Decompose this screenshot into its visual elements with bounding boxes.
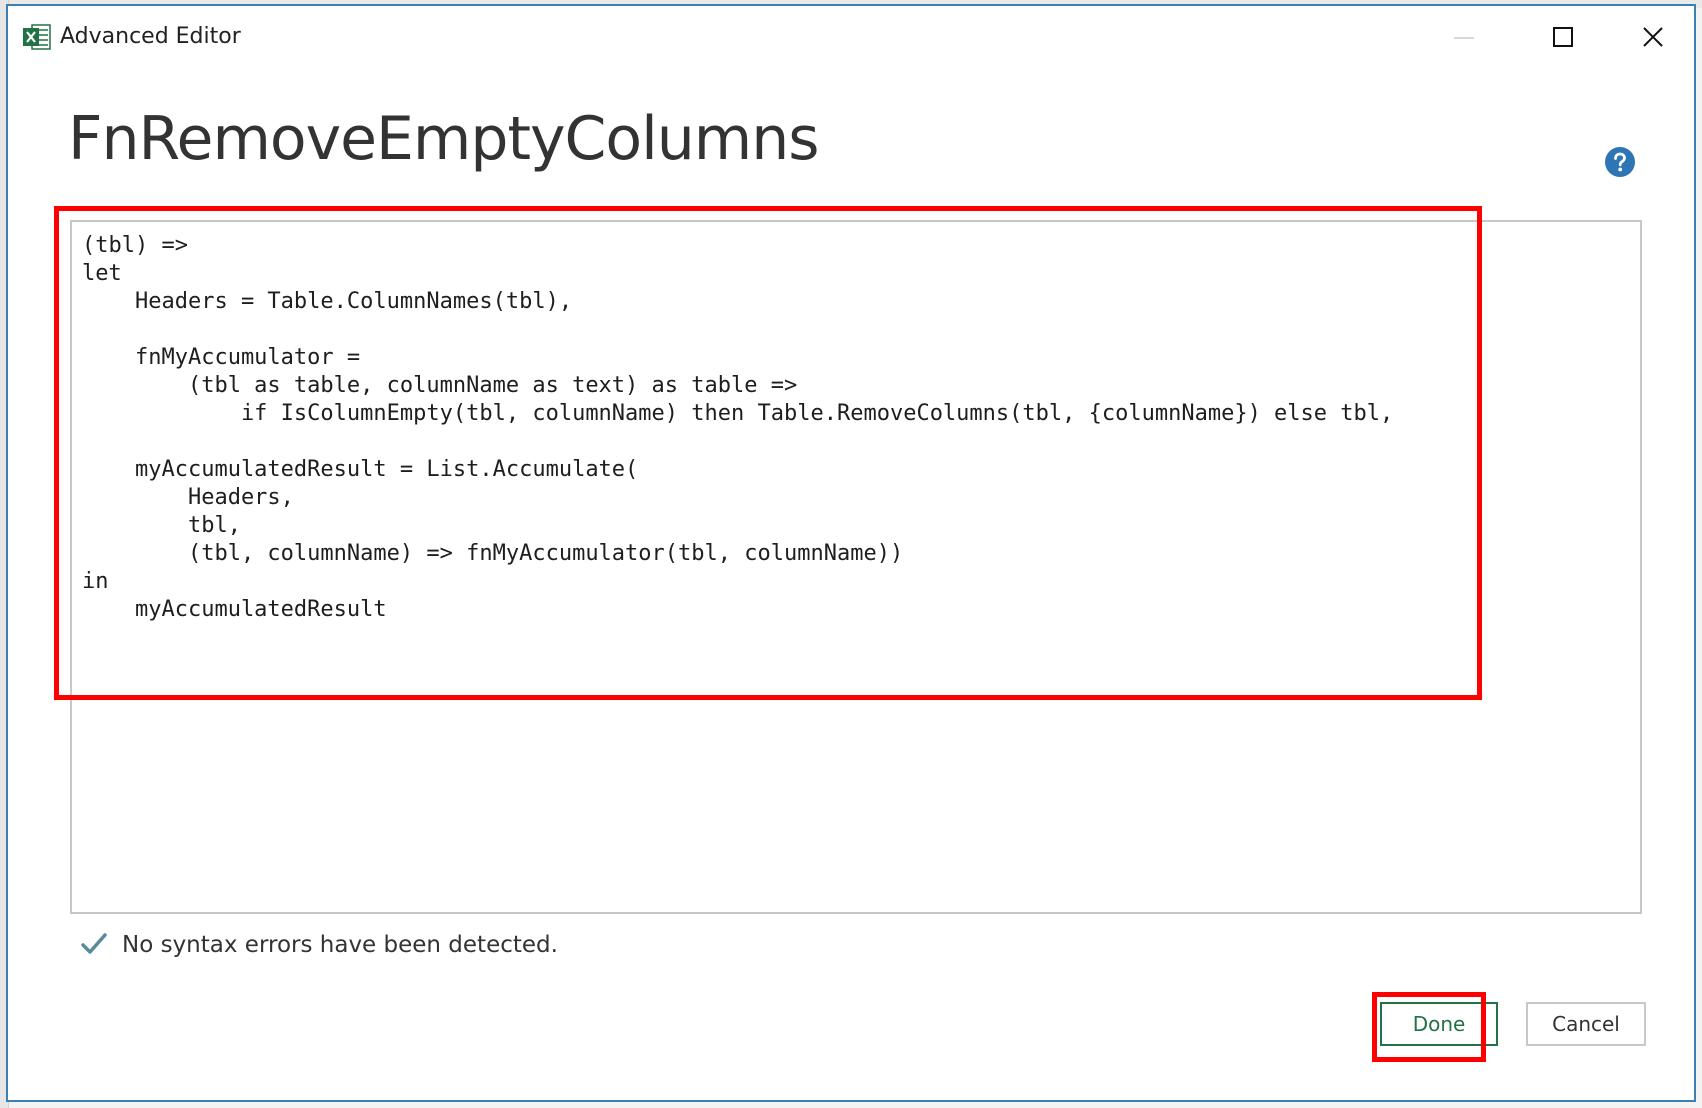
screen: Advanced Editor FnRemoveEmptyColumns (tb… <box>0 0 1702 1108</box>
code-line: myAccumulatedResult <box>82 597 387 622</box>
query-name-heading: FnRemoveEmptyColumns <box>68 104 820 174</box>
code-line: (tbl, columnName) => fnMyAccumulator(tbl… <box>82 541 904 566</box>
minimize-icon <box>1454 37 1474 39</box>
code-editor[interactable]: (tbl) => let Headers = Table.ColumnNames… <box>70 220 1642 914</box>
cancel-button[interactable]: Cancel <box>1526 1002 1646 1046</box>
advanced-editor-dialog: Advanced Editor FnRemoveEmptyColumns (tb… <box>6 4 1696 1102</box>
close-button[interactable] <box>1608 12 1700 68</box>
status-message: No syntax errors have been detected. <box>122 932 558 958</box>
code-line: Headers, <box>82 485 294 510</box>
code-text: (tbl) => let Headers = Table.ColumnNames… <box>82 232 1393 624</box>
maximize-button[interactable] <box>1518 12 1610 68</box>
done-button[interactable]: Done <box>1380 1002 1498 1046</box>
maximize-icon <box>1553 27 1573 47</box>
code-line: myAccumulatedResult = List.Accumulate( <box>82 457 639 482</box>
code-line: fnMyAccumulator = <box>82 345 361 370</box>
code-line: Headers = Table.ColumnNames(tbl), <box>82 289 573 314</box>
excel-icon <box>22 22 52 52</box>
check-icon <box>80 930 108 958</box>
code-line: let <box>82 261 122 286</box>
code-line: (tbl) => <box>82 233 188 258</box>
code-line: (tbl as table, columnName as text) as ta… <box>82 373 798 398</box>
minimize-button[interactable] <box>1418 12 1510 68</box>
title-bar[interactable]: Advanced Editor <box>8 6 1694 66</box>
window-title: Advanced Editor <box>60 24 241 49</box>
help-icon[interactable] <box>1604 146 1636 178</box>
code-line: tbl, <box>82 513 241 538</box>
code-line: if IsColumnEmpty(tbl, columnName) then T… <box>82 401 1394 426</box>
close-icon <box>1643 27 1663 47</box>
code-line: in <box>82 569 109 594</box>
